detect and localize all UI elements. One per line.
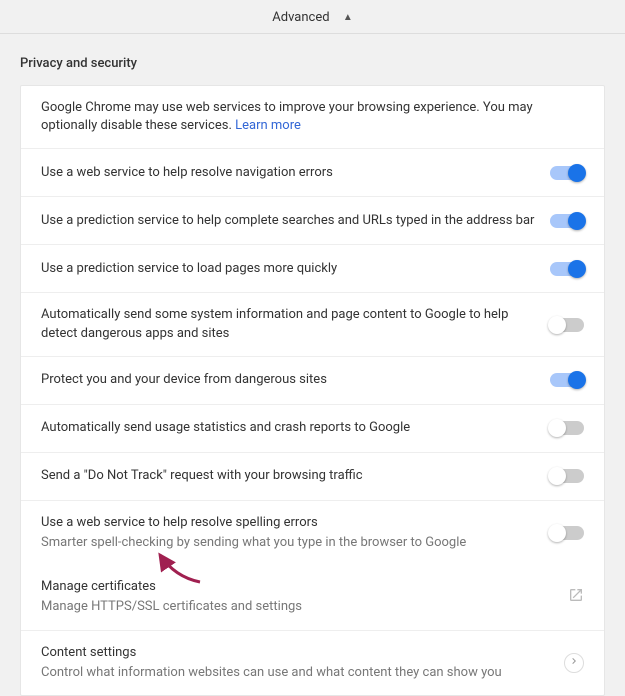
toggle-switch[interactable] (550, 214, 584, 228)
content-settings-label: Content settings (41, 644, 549, 662)
setting-label: Use a prediction service to help complet… (41, 212, 535, 230)
setting-row: Use a web service to help resolve spelli… (21, 501, 604, 565)
privacy-security-card: Google Chrome may use web services to im… (20, 85, 605, 696)
chevron-up-icon: ▲ (343, 12, 353, 23)
setting-row: Send a "Do Not Track" request with your … (21, 453, 604, 501)
toggle-switch[interactable] (550, 166, 584, 180)
open-external-icon (568, 587, 584, 607)
learn-more-link[interactable]: Learn more (235, 118, 301, 133)
toggle-switch[interactable] (550, 469, 584, 483)
setting-row: Automatically send usage statistics and … (21, 405, 604, 453)
content-settings-row[interactable]: Content settings Control what informatio… (21, 631, 604, 695)
manage-certificates-label: Manage certificates (41, 578, 553, 596)
setting-row: Automatically send some system informati… (21, 293, 604, 356)
content-settings-sub: Control what information websites can us… (41, 664, 549, 682)
setting-row: Protect you and your device from dangero… (21, 357, 604, 405)
setting-label: Protect you and your device from dangero… (41, 371, 535, 389)
setting-label: Use a prediction service to load pages m… (41, 260, 535, 278)
setting-sublabel: Smarter spell-checking by sending what y… (41, 534, 535, 552)
toggle-switch[interactable] (550, 421, 584, 435)
setting-row: Use a web service to help resolve naviga… (21, 149, 604, 197)
setting-label: Automatically send usage statistics and … (41, 419, 535, 437)
setting-row: Use a prediction service to help complet… (21, 197, 604, 245)
setting-label: Automatically send some system informati… (41, 306, 535, 342)
setting-row: Use a prediction service to load pages m… (21, 245, 604, 293)
setting-label: Use a web service to help resolve naviga… (41, 164, 535, 182)
advanced-collapse-button[interactable]: Advanced ▲ (0, 0, 625, 34)
setting-label: Send a "Do Not Track" request with your … (41, 467, 535, 485)
toggle-switch[interactable] (550, 318, 584, 332)
chevron-right-icon (564, 653, 584, 673)
toggle-switch[interactable] (550, 262, 584, 276)
manage-certificates-sub: Manage HTTPS/SSL certificates and settin… (41, 598, 553, 616)
intro-row: Google Chrome may use web services to im… (21, 86, 604, 149)
setting-label: Use a web service to help resolve spelli… (41, 514, 535, 532)
manage-certificates-row[interactable]: Manage certificates Manage HTTPS/SSL cer… (21, 565, 604, 630)
section-title: Privacy and security (0, 34, 625, 85)
toggle-switch[interactable] (550, 373, 584, 387)
toggle-switch[interactable] (550, 526, 584, 540)
advanced-label: Advanced (272, 10, 329, 25)
